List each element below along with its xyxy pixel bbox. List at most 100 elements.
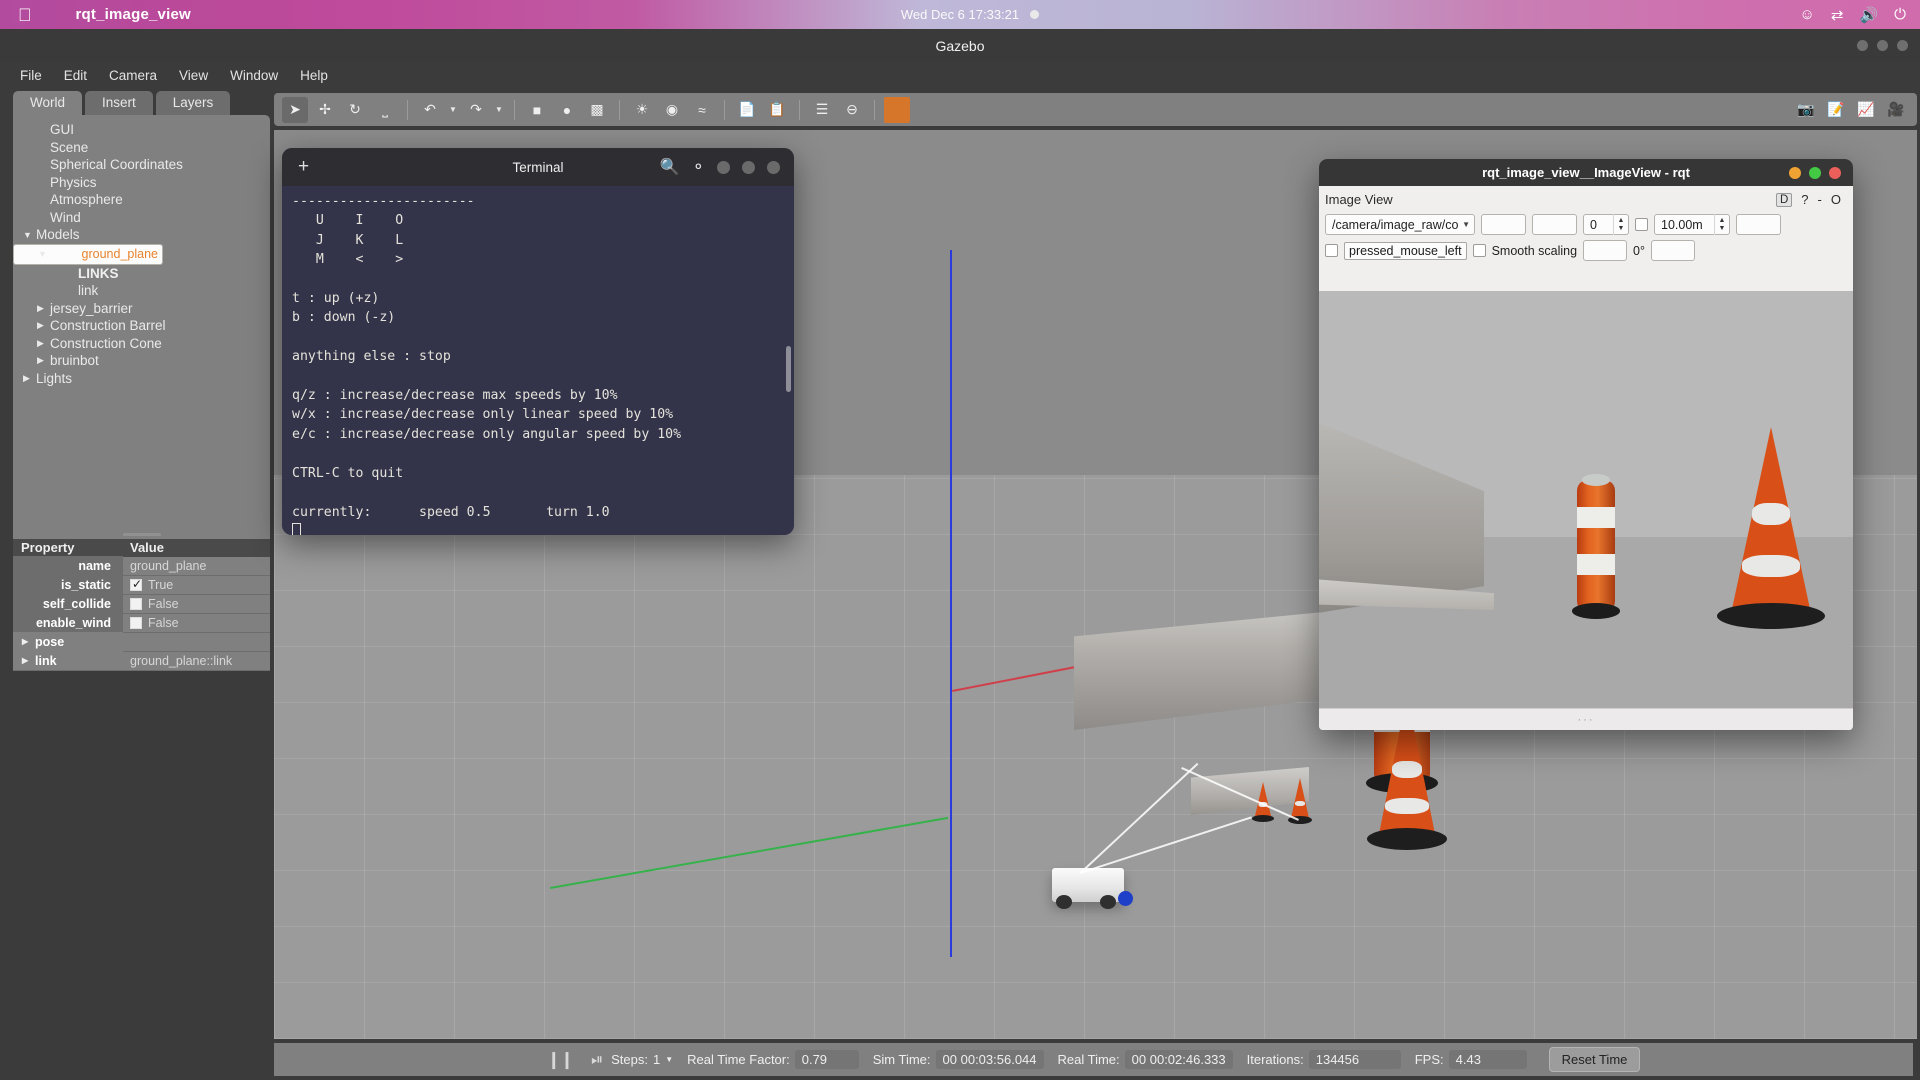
chevron-down-icon[interactable]: [38, 249, 51, 259]
emoji-icon[interactable]: ☺: [1800, 6, 1815, 23]
bruinbot-robot-model[interactable]: [1052, 868, 1133, 909]
rqt-image-canvas[interactable]: ···: [1319, 291, 1853, 730]
terminal-titlebar-icons[interactable]: 🔍 ⚬: [660, 157, 780, 177]
desktop-clock[interactable]: Wed Dec 6 17:33:21: [0, 7, 1920, 22]
rotation-extra-field[interactable]: [1651, 240, 1695, 261]
smooth-scaling-checkbox[interactable]: [1472, 244, 1486, 257]
log-icon[interactable]: 📝: [1823, 97, 1849, 123]
undo-icon[interactable]: ↶: [417, 97, 443, 123]
property-value-cell[interactable]: ground_plane: [123, 559, 206, 573]
rqt-minimize-button[interactable]: [1789, 166, 1801, 179]
reset-time-button[interactable]: Reset Time: [1548, 1047, 1641, 1072]
step-forward-icon[interactable]: ⏯: [591, 1051, 603, 1068]
power-icon[interactable]: ⏻: [1894, 6, 1906, 23]
rqt-image-view-window[interactable]: rqt_image_view__ImageView - rqt Image Vi…: [1319, 159, 1853, 730]
tree-item-link[interactable]: link: [13, 282, 270, 300]
property-row-link[interactable]: link ground_plane::link: [13, 651, 270, 671]
rqt-close-button[interactable]: [1829, 166, 1841, 179]
terminal-window[interactable]: + Terminal 🔍 ⚬ ----------------------- U…: [282, 148, 794, 535]
publish-mouse-label[interactable]: pressed_mouse_left: [1344, 241, 1467, 260]
menu-file[interactable]: File: [10, 65, 52, 86]
world-panel-tabs[interactable]: World Insert Layers: [13, 89, 270, 115]
network-icon[interactable]: ⇄: [1831, 6, 1844, 24]
property-checkbox[interactable]: [130, 597, 142, 610]
tree-item-construction-cone[interactable]: Construction Cone: [13, 335, 270, 353]
chevron-right-icon[interactable]: [37, 338, 50, 349]
panel-splitter[interactable]: [13, 530, 270, 539]
close-button[interactable]: [1897, 40, 1908, 51]
terminal-scrollbar[interactable]: [786, 346, 791, 392]
gazebo-menubar[interactable]: File Edit Camera View Window Help: [0, 62, 1920, 89]
tree-item-bruinbot[interactable]: bruinbot: [13, 352, 270, 370]
construction-cone-model-far[interactable]: [1251, 782, 1275, 822]
property-value-cell[interactable]: ground_plane::link: [123, 654, 232, 668]
chevron-right-icon[interactable]: [37, 320, 50, 331]
chevron-right-icon[interactable]: [23, 373, 36, 384]
tree-item-wind[interactable]: Wind: [13, 209, 270, 227]
rqt-dock-buttons[interactable]: D ? - O: [1775, 192, 1847, 207]
steps-value[interactable]: 1: [653, 1052, 660, 1067]
property-row-self_collide[interactable]: self_collide False: [13, 594, 270, 614]
rqt-status-grip[interactable]: ···: [1319, 708, 1853, 730]
property-checkbox[interactable]: [130, 577, 142, 591]
translate-icon[interactable]: ✢: [312, 97, 338, 123]
save-field[interactable]: [1532, 214, 1577, 235]
index-spinbox[interactable]: 0 ▲ ▼: [1583, 214, 1629, 235]
terminal-minimize-button[interactable]: [717, 160, 730, 174]
spinbox-arrows-icon[interactable]: ▲ ▼: [1714, 214, 1729, 235]
tree-item-spherical-coordinates[interactable]: Spherical Coordinates: [13, 156, 270, 174]
snap-icon[interactable]: ⊖: [839, 97, 865, 123]
directional-light-icon[interactable]: ≈: [689, 97, 715, 123]
terminal-maximize-button[interactable]: [742, 160, 755, 174]
terminal-close-button[interactable]: [767, 160, 780, 174]
menu-camera[interactable]: Camera: [99, 65, 167, 86]
system-tray[interactable]: ☺ ⇄ 🔊 ⏻: [1800, 6, 1906, 24]
screenshot-icon[interactable]: 📷: [1793, 97, 1819, 123]
menu-window[interactable]: Window: [220, 65, 288, 86]
tree-item-construction-barrel[interactable]: Construction Barrel: [13, 317, 270, 335]
redo-dropdown-icon[interactable]: ▼: [493, 105, 505, 114]
tree-item-scene[interactable]: Scene: [13, 139, 270, 157]
tree-item-models[interactable]: Models: [13, 226, 270, 244]
rotation-field[interactable]: [1583, 240, 1628, 261]
rqt-window-buttons[interactable]: [1789, 166, 1841, 179]
gazebo-window-buttons[interactable]: [1857, 40, 1908, 51]
menu-help[interactable]: Help: [290, 65, 338, 86]
color-swatch-icon[interactable]: [884, 96, 910, 123]
property-checkbox[interactable]: [130, 616, 142, 629]
copy-icon[interactable]: 📄: [734, 97, 760, 123]
tab-world[interactable]: World: [13, 91, 83, 115]
property-value-cell[interactable]: False: [123, 597, 179, 611]
tree-item-jersey-barrier[interactable]: jersey_barrier: [13, 300, 270, 318]
chevron-down-icon[interactable]: [23, 230, 36, 240]
world-tree[interactable]: GUI Scene Spherical Coordinates Physics Atmo…: [13, 115, 270, 531]
maximize-button[interactable]: [1877, 40, 1888, 51]
paste-icon[interactable]: 📋: [764, 97, 790, 123]
range-checkbox[interactable]: [1635, 218, 1648, 231]
topic-select[interactable]: /camera/image_raw/co ▼: [1325, 214, 1475, 235]
sphere-icon[interactable]: ●: [554, 97, 580, 123]
max-range-spinbox[interactable]: 10.00m ▲ ▼: [1654, 214, 1730, 235]
steps-group[interactable]: Steps: 1 ▼: [611, 1052, 673, 1067]
tree-item-gui[interactable]: GUI: [13, 121, 270, 139]
align-icon[interactable]: ☰: [809, 97, 835, 123]
tree-item-lights[interactable]: Lights: [13, 370, 270, 388]
gazebo-toolbar[interactable]: ➤ ✢ ↻ ⎵ ↶ ▼ ↷ ▼ ■ ● ▩ ☀ ◉ ≈ 📄 📋 ☰ ⊖ 📷 📝 …: [274, 93, 1917, 126]
terminal-output[interactable]: ----------------------- U I O J K L M < …: [282, 186, 794, 535]
property-value-cell[interactable]: False: [123, 616, 179, 630]
publish-mouse-checkbox[interactable]: [1325, 244, 1338, 257]
tree-item-physics[interactable]: Physics: [13, 174, 270, 192]
chevron-right-icon[interactable]: [37, 303, 50, 314]
hamburger-dots-icon[interactable]: ⚬: [692, 157, 705, 177]
steps-dropdown-icon[interactable]: ▼: [665, 1055, 673, 1064]
property-row-name[interactable]: name ground_plane: [13, 556, 270, 576]
menu-view[interactable]: View: [169, 65, 218, 86]
extra-field[interactable]: [1736, 214, 1781, 235]
dock-help-button[interactable]: ?: [1801, 192, 1808, 207]
redo-icon[interactable]: ↷: [463, 97, 489, 123]
plot-icon[interactable]: 📈: [1853, 97, 1879, 123]
tab-layers[interactable]: Layers: [155, 91, 231, 115]
box-icon[interactable]: ■: [524, 97, 550, 123]
property-value-cell[interactable]: True: [123, 577, 173, 592]
point-light-icon[interactable]: ☀: [629, 97, 655, 123]
